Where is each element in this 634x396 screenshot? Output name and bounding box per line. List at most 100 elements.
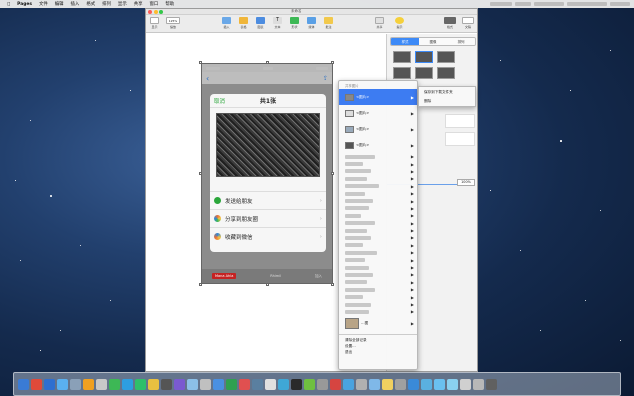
- menu-edit[interactable]: 编辑: [51, 1, 67, 7]
- selection-handle[interactable]: [331, 61, 334, 64]
- blurred-menu-item[interactable]: ▶: [339, 212, 417, 219]
- menu-window[interactable]: 窗口: [146, 1, 162, 7]
- menu-view[interactable]: 显示: [114, 1, 130, 7]
- blurred-menu-item[interactable]: ▶: [339, 301, 417, 308]
- selection-handle[interactable]: [199, 61, 202, 64]
- dock-app-icon[interactable]: [226, 378, 237, 390]
- selection-handle[interactable]: [331, 172, 334, 175]
- blurred-menu-item[interactable]: ▶: [339, 183, 417, 190]
- dock-app-icon[interactable]: [135, 378, 146, 390]
- blurred-menu-item[interactable]: ▶: [339, 256, 417, 263]
- dock-app-icon[interactable]: [421, 378, 432, 390]
- dock-app-icon[interactable]: [356, 378, 367, 390]
- dock-app-icon[interactable]: [330, 378, 341, 390]
- blurred-menu-item[interactable]: ▶: [339, 234, 417, 241]
- dock-app-icon[interactable]: [148, 378, 159, 390]
- dock-app-icon[interactable]: [200, 378, 211, 390]
- blurred-menu-item[interactable]: ▶: [339, 160, 417, 167]
- tab-arrange[interactable]: 排列: [447, 38, 475, 45]
- save-to-downloads-item[interactable]: 保存到下载文件夹: [419, 87, 475, 96]
- menu-app-name[interactable]: Pages: [14, 2, 36, 7]
- dock-app-icon[interactable]: [434, 378, 445, 390]
- dock-app-icon[interactable]: [317, 378, 328, 390]
- dock-app-icon[interactable]: [187, 378, 198, 390]
- comment-button[interactable]: 批注: [324, 17, 333, 29]
- shape-button[interactable]: 形状: [290, 17, 299, 29]
- blurred-menu-item[interactable]: ▶: [339, 153, 417, 160]
- style-preset[interactable]: [415, 51, 433, 63]
- view-button[interactable]: 显示: [150, 17, 159, 29]
- chart-button[interactable]: 图表: [256, 17, 265, 29]
- dock-app-icon[interactable]: [213, 378, 224, 390]
- blurred-menu-item[interactable]: ▶: [339, 197, 417, 204]
- phone-screenshot-image[interactable]: ‹ ⇪ 取消 共1张 发送给朋友 › 分享到朋友圈 › 收藏到微信 › Mana …: [201, 63, 333, 284]
- dock-app-icon[interactable]: [31, 378, 42, 390]
- dock-app-icon[interactable]: [382, 378, 393, 390]
- dock-app-icon[interactable]: [486, 378, 497, 390]
- minimize-button[interactable]: [153, 9, 158, 14]
- dock-app-icon[interactable]: [343, 378, 354, 390]
- dock-app-icon[interactable]: [109, 378, 120, 390]
- share-moments-option[interactable]: 分享到朋友圈 ›: [210, 209, 326, 227]
- dock-app-icon[interactable]: [395, 378, 406, 390]
- table-button[interactable]: 表格: [239, 17, 248, 29]
- document-button[interactable]: 文稿: [462, 17, 474, 29]
- dock-app-icon[interactable]: [161, 378, 172, 390]
- menu-insert[interactable]: 插入: [67, 1, 83, 7]
- dock-app-icon[interactable]: [278, 378, 289, 390]
- dock-app-icon[interactable]: [83, 378, 94, 390]
- dock-app-icon[interactable]: [408, 378, 419, 390]
- style-preset[interactable]: [437, 51, 455, 63]
- dock-app-icon[interactable]: [70, 378, 81, 390]
- share-button[interactable]: 共享: [375, 17, 384, 29]
- style-preset[interactable]: [393, 51, 411, 63]
- selection-handle[interactable]: [199, 283, 202, 286]
- menu-arrange[interactable]: 排列: [99, 1, 115, 7]
- menu-item-image[interactable]: <图片> ▶: [339, 89, 417, 105]
- dock-app-icon[interactable]: [44, 378, 55, 390]
- status-item[interactable]: [610, 2, 630, 6]
- status-item[interactable]: [515, 2, 531, 6]
- text-button[interactable]: T 文本: [273, 17, 282, 29]
- dock-app-icon[interactable]: [265, 378, 276, 390]
- status-item[interactable]: [567, 2, 607, 6]
- dock-app-icon[interactable]: [369, 378, 380, 390]
- tab-image[interactable]: 图像: [419, 38, 447, 45]
- blurred-menu-item[interactable]: ▶: [339, 279, 417, 286]
- style-preset[interactable]: [393, 67, 411, 79]
- shadow-preview[interactable]: [445, 132, 475, 146]
- menu-share[interactable]: 共享: [130, 1, 146, 7]
- dock-app-icon[interactable]: [57, 378, 68, 390]
- tips-button[interactable]: 提示: [395, 17, 404, 29]
- selection-handle[interactable]: [199, 172, 202, 175]
- dock-app-icon[interactable]: [304, 378, 315, 390]
- menu-item-last[interactable]: …图 ▶: [339, 316, 417, 332]
- blurred-menu-item[interactable]: ▶: [339, 190, 417, 197]
- status-item[interactable]: [490, 2, 512, 6]
- opacity-field[interactable]: 100%: [457, 179, 475, 186]
- dock-app-icon[interactable]: [174, 378, 185, 390]
- delete-item[interactable]: 删除: [419, 96, 475, 105]
- blurred-menu-item[interactable]: ▶: [339, 286, 417, 293]
- border-preview[interactable]: [445, 114, 475, 128]
- dock-app-icon[interactable]: [96, 378, 107, 390]
- blurred-menu-item[interactable]: ▶: [339, 175, 417, 182]
- dock-app-icon[interactable]: [291, 378, 302, 390]
- save-favorites-option[interactable]: 收藏到微信 ›: [210, 227, 326, 245]
- dock-app-icon[interactable]: [473, 378, 484, 390]
- menu-item-image[interactable]: <图片> ▶: [339, 105, 417, 121]
- menu-help[interactable]: 帮助: [162, 1, 178, 7]
- tab-style[interactable]: 样式: [391, 38, 419, 45]
- menu-format[interactable]: 格式: [83, 1, 99, 7]
- style-preset[interactable]: [415, 67, 433, 79]
- dock-app-icon[interactable]: [122, 378, 133, 390]
- blurred-menu-item[interactable]: ▶: [339, 271, 417, 278]
- blurred-menu-item[interactable]: ▶: [339, 264, 417, 271]
- zoom-select[interactable]: 125% 缩放: [166, 17, 180, 29]
- blurred-menu-item[interactable]: ▶: [339, 308, 417, 315]
- format-button[interactable]: 格式: [444, 17, 456, 29]
- selection-handle[interactable]: [266, 283, 269, 286]
- selection-handle[interactable]: [331, 283, 334, 286]
- dock-app-icon[interactable]: [252, 378, 263, 390]
- dock-app-icon[interactable]: [18, 378, 29, 390]
